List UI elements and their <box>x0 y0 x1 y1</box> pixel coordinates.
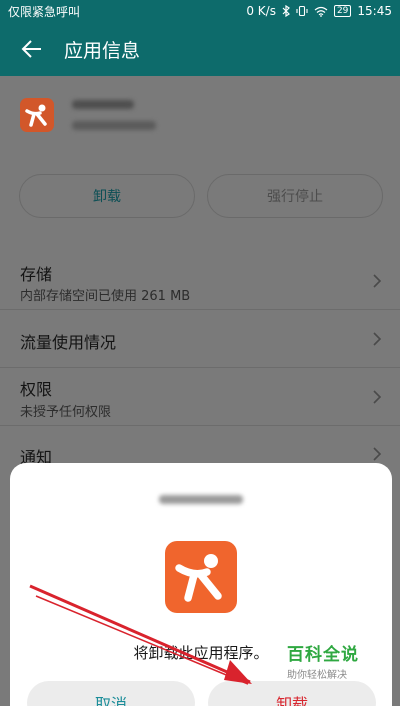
setting-storage-summary: 内部存储空间已使用 261 MB <box>20 289 191 304</box>
vibrate-icon <box>296 5 308 17</box>
watermark-subtitle: 助你轻松解决 <box>287 670 347 681</box>
page-title: 应用信息 <box>64 39 141 62</box>
watermark: 百科全说 助你轻松解决 <box>287 640 359 681</box>
dialog-title-redacted <box>10 483 392 504</box>
setting-permissions-label: 权限 <box>20 380 53 399</box>
clock: 15:45 <box>357 4 392 18</box>
chevron-right-icon <box>373 390 382 404</box>
wifi-icon <box>314 6 328 17</box>
app-logo-glyph-icon <box>175 554 222 602</box>
app-name-blurred <box>72 100 156 130</box>
cancel-button[interactable]: 取消 <box>27 681 195 706</box>
app-header <box>20 98 156 132</box>
chevron-right-icon <box>373 332 382 346</box>
app-version-redacted <box>72 121 156 130</box>
setting-storage-label: 存储 <box>20 265 53 284</box>
bluetooth-icon <box>282 5 290 17</box>
app-name-redacted <box>72 100 134 109</box>
setting-permissions-summary: 未授予任何权限 <box>20 405 112 420</box>
force-stop-button[interactable]: 强行停止 <box>207 174 383 218</box>
app-logo-glyph-icon <box>25 104 47 127</box>
chevron-right-icon <box>373 447 382 461</box>
chevron-right-icon <box>373 274 382 288</box>
setting-data-usage-label: 流量使用情况 <box>20 333 117 352</box>
status-bar: 仅限紧急呼叫 0 K/s 29 15:45 <box>0 0 400 22</box>
setting-permissions[interactable]: 权限 未授予任何权限 <box>0 368 400 426</box>
watermark-title: 百科全说 <box>287 645 359 665</box>
confirm-uninstall-button[interactable]: 卸载 <box>208 681 376 706</box>
status-right: 0 K/s 29 15:45 <box>246 4 392 18</box>
app-icon <box>20 98 54 132</box>
setting-storage[interactable]: 存储 内部存储空间已使用 261 MB <box>0 252 400 310</box>
setting-data-usage[interactable]: 流量使用情况 <box>0 310 400 368</box>
network-speed: 0 K/s <box>246 4 276 18</box>
dialog-app-icon <box>165 541 237 613</box>
carrier-status: 仅限紧急呼叫 <box>8 4 81 19</box>
uninstall-button[interactable]: 卸载 <box>19 174 195 218</box>
app-bar: 应用信息 <box>0 22 400 76</box>
battery-level: 29 <box>333 5 352 17</box>
back-arrow-icon[interactable] <box>20 37 44 61</box>
